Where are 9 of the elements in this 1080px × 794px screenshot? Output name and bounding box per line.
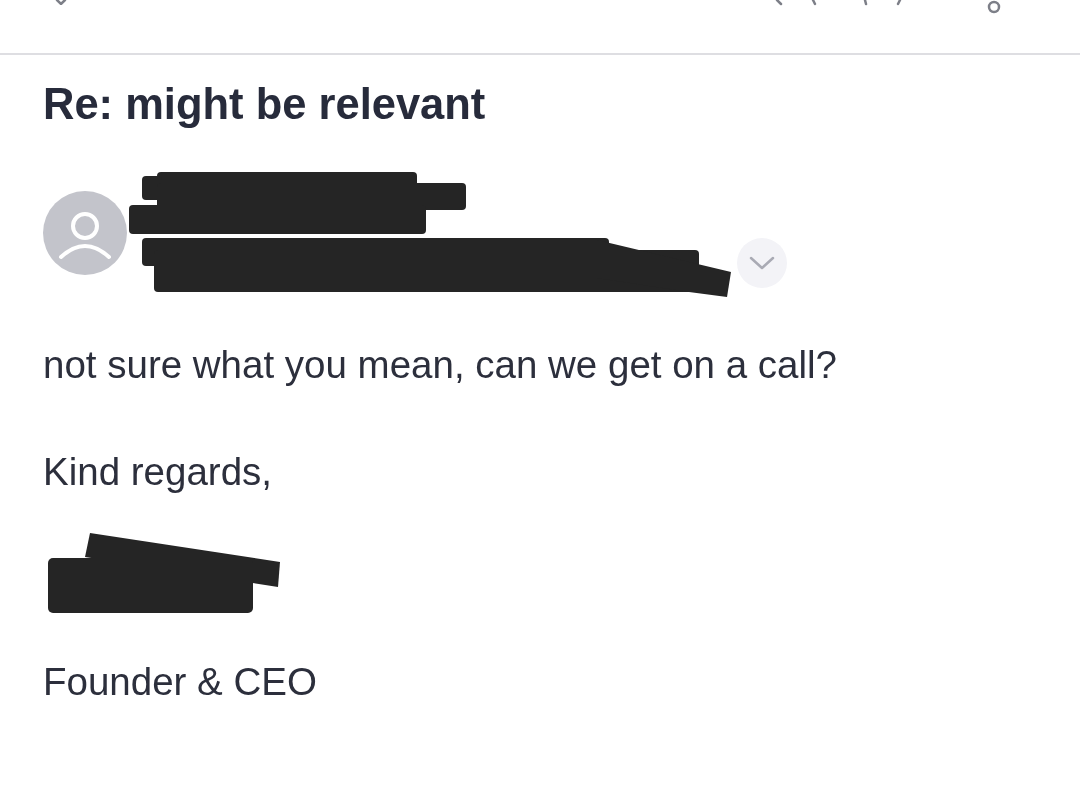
message-text: not sure what you mean, can we get on a call?	[43, 342, 837, 388]
message-text: Kind regards,	[43, 449, 272, 495]
avatar-icon	[43, 191, 127, 275]
message-text: Founder & CEO	[43, 659, 317, 705]
expand-button[interactable]	[737, 238, 787, 288]
cut-off-icon[interactable]	[55, 0, 69, 5]
email-subject: Re: might be relevant	[43, 80, 486, 128]
chevron-icon	[749, 256, 775, 270]
cut-off-icon[interactable]	[985, 0, 1003, 14]
